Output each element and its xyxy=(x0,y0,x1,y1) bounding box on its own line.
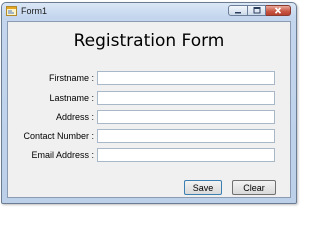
email-address-label: Email Address : xyxy=(31,150,94,160)
contact-number-label: Contact Number : xyxy=(23,131,94,141)
address-input[interactable] xyxy=(97,110,275,124)
minimize-button[interactable] xyxy=(228,5,248,16)
lastname-row: Lastname : xyxy=(8,91,290,105)
page-title: Registration Form xyxy=(73,31,225,51)
address-label: Address : xyxy=(55,112,94,122)
email-address-row: Email Address : xyxy=(8,148,290,162)
window-title: Form1 xyxy=(21,6,48,16)
firstname-row: Firstname : xyxy=(8,71,290,85)
maximize-icon xyxy=(253,7,260,14)
email-address-input[interactable] xyxy=(97,148,275,162)
contact-number-input[interactable] xyxy=(97,129,275,143)
firstname-input[interactable] xyxy=(97,71,275,85)
window-controls xyxy=(228,5,291,17)
maximize-button[interactable] xyxy=(248,5,266,16)
address-row: Address : xyxy=(8,110,290,124)
save-button[interactable]: Save xyxy=(184,180,222,195)
form1-window: Form1 Registration Form Firstname: Last… xyxy=(1,2,297,204)
close-icon xyxy=(274,7,282,14)
contact-number-row: Contact Number : xyxy=(8,129,290,143)
close-button[interactable] xyxy=(266,5,291,16)
minimize-icon xyxy=(235,11,241,13)
firstname-label: Firstname : xyxy=(48,73,94,83)
clear-button[interactable]: Clear xyxy=(232,180,276,195)
form-client-area: Registration Form Firstname : Lastname :… xyxy=(7,21,291,198)
title-bar[interactable]: Form1 xyxy=(2,3,296,20)
lastname-input[interactable] xyxy=(97,91,275,105)
form-app-icon xyxy=(6,6,17,16)
lastname-label: Lastname : xyxy=(49,93,94,103)
